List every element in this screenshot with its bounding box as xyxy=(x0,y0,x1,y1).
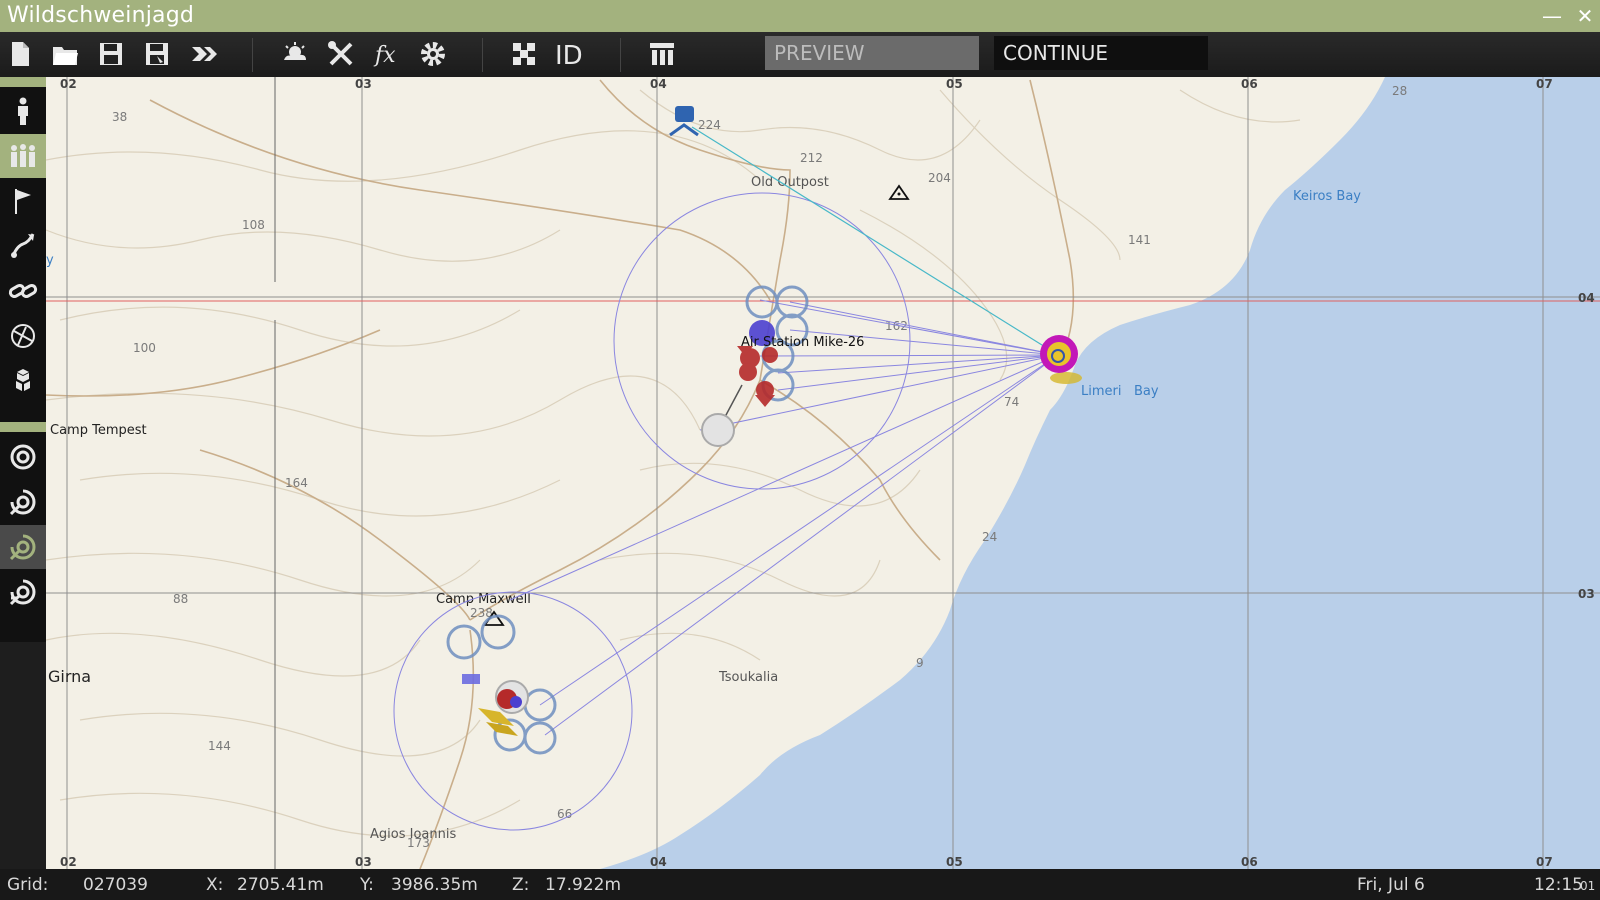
location-label: Camp Maxwell xyxy=(436,592,531,607)
location-label: y xyxy=(46,253,54,268)
location-label: Girna xyxy=(48,667,91,686)
title-bar: Wildschweinjagd — ✕ xyxy=(0,0,1600,32)
window-title: Wildschweinjagd xyxy=(7,3,195,28)
marker-icon[interactable] xyxy=(0,314,46,358)
grid-label-bottom: 02 xyxy=(60,855,77,869)
tools-icon[interactable] xyxy=(323,36,359,72)
svg-text:fx: fx xyxy=(373,43,396,68)
y-label: Y: xyxy=(360,875,374,895)
settings-icon[interactable] xyxy=(415,36,451,72)
elevation-label: 88 xyxy=(173,592,188,606)
grid-value: 027039 xyxy=(83,875,148,895)
unit-icon[interactable] xyxy=(0,89,46,133)
continue-button[interactable]: CONTINUE xyxy=(994,36,1208,70)
date-display: Fri, Jul 6 xyxy=(1357,875,1425,895)
elevation-label: 100 xyxy=(133,341,156,355)
enemy-units[interactable] xyxy=(737,346,778,407)
elevation-label: 204 xyxy=(928,171,951,185)
weather-icon[interactable] xyxy=(277,36,313,72)
grid-label-top: 04 xyxy=(650,77,667,91)
tool-three-icon[interactable] xyxy=(0,525,46,569)
grid-label-right: 04 xyxy=(1578,291,1595,305)
grid-label-bottom: 05 xyxy=(946,855,963,869)
spawn-marker[interactable] xyxy=(1040,335,1082,384)
status-bar: Grid: 027039 X: 2705.41m Y: 3986.35m Z: … xyxy=(0,869,1600,900)
grid-label-bottom: 03 xyxy=(355,855,372,869)
grid-toggle-icon[interactable] xyxy=(506,36,542,72)
save-as-icon[interactable] xyxy=(139,36,175,72)
map-canvas[interactable]: 02 03 04 05 06 07 02 03 04 05 06 07 04 0… xyxy=(46,77,1600,869)
minimize-button[interactable]: — xyxy=(1540,4,1564,28)
grid-label-top: 07 xyxy=(1536,77,1553,91)
empty-vehicle-marker[interactable] xyxy=(701,413,735,447)
trigger-flag-icon[interactable] xyxy=(0,179,46,223)
grid-label-top: 03 xyxy=(355,77,372,91)
unit-label: Air Station Mike-26 xyxy=(741,335,864,350)
export-icon[interactable] xyxy=(186,36,222,72)
location-label: Keiros Bay xyxy=(1293,189,1361,204)
preview-button[interactable]: PREVIEW xyxy=(765,36,979,70)
grid-label-bottom: 06 xyxy=(1241,855,1258,869)
link-icon[interactable] xyxy=(0,269,46,313)
toolbar-separator xyxy=(482,38,483,72)
elevation-label: 74 xyxy=(1004,395,1019,409)
x-value: 2705.41m xyxy=(237,875,324,895)
save-icon[interactable] xyxy=(93,36,129,72)
location-label: Camp Tempest xyxy=(50,423,147,438)
grid-label-bottom: 04 xyxy=(650,855,667,869)
layout-icon[interactable] xyxy=(644,36,680,72)
new-file-icon[interactable] xyxy=(2,36,38,72)
time-suffix: 01 xyxy=(1580,879,1596,893)
close-button[interactable]: ✕ xyxy=(1573,4,1597,28)
grid-label-top: 06 xyxy=(1241,77,1258,91)
tool-one-icon[interactable] xyxy=(0,435,46,479)
blue-vehicle-marker[interactable] xyxy=(669,106,699,137)
z-value: 17.922m xyxy=(545,875,622,895)
elevation-label: 164 xyxy=(285,476,308,490)
elevation-label: 28 xyxy=(1392,84,1407,98)
module-icon[interactable] xyxy=(0,359,46,403)
toolbar-separator xyxy=(252,38,253,72)
elevation-label: 141 xyxy=(1128,233,1151,247)
location-label: Agios Ioannis xyxy=(370,827,456,842)
elevation-label: 144 xyxy=(208,739,231,753)
tool-four-icon[interactable] xyxy=(0,570,46,614)
toolbar-separator xyxy=(620,38,621,72)
elevation-label: 38 xyxy=(112,110,127,124)
waypoint-icon[interactable] xyxy=(0,224,46,268)
location-label: Limeri xyxy=(1081,384,1121,399)
tool-two-icon[interactable] xyxy=(0,480,46,524)
elevation-label: 108 xyxy=(242,218,265,232)
elevation-label: 66 xyxy=(557,807,572,821)
sidebar-divider xyxy=(0,422,46,432)
location-label: Bay xyxy=(1134,384,1159,399)
x-label: X: xyxy=(206,875,224,895)
y-value: 3986.35m xyxy=(391,875,478,895)
map-view[interactable]: 02 03 04 05 06 07 02 03 04 05 06 07 04 0… xyxy=(46,77,1600,869)
grid-label-top: 05 xyxy=(946,77,963,91)
group-icon[interactable] xyxy=(0,134,46,178)
elevation-label: 224 xyxy=(698,118,721,132)
open-folder-icon[interactable] xyxy=(47,36,83,72)
time-display: 12:15 xyxy=(1534,875,1583,895)
functions-icon[interactable]: fx xyxy=(369,36,405,72)
elevation-label: 24 xyxy=(982,530,997,544)
grid-label-top: 02 xyxy=(60,77,77,91)
elevation-label: 212 xyxy=(800,151,823,165)
sidebar-divider xyxy=(0,77,46,87)
grid-label-right: 03 xyxy=(1578,587,1595,601)
grid-label: Grid: xyxy=(7,875,49,895)
z-label: Z: xyxy=(512,875,530,895)
location-label: Tsoukalia xyxy=(718,670,778,685)
elevation-label: 9 xyxy=(916,656,924,670)
sea-area xyxy=(600,77,1600,869)
editor-sidebar xyxy=(0,77,46,642)
grid-label-bottom: 07 xyxy=(1536,855,1553,869)
svg-text:ID: ID xyxy=(555,41,583,69)
trigger-dot xyxy=(897,192,901,196)
id-toggle-icon[interactable]: ID xyxy=(552,36,588,72)
